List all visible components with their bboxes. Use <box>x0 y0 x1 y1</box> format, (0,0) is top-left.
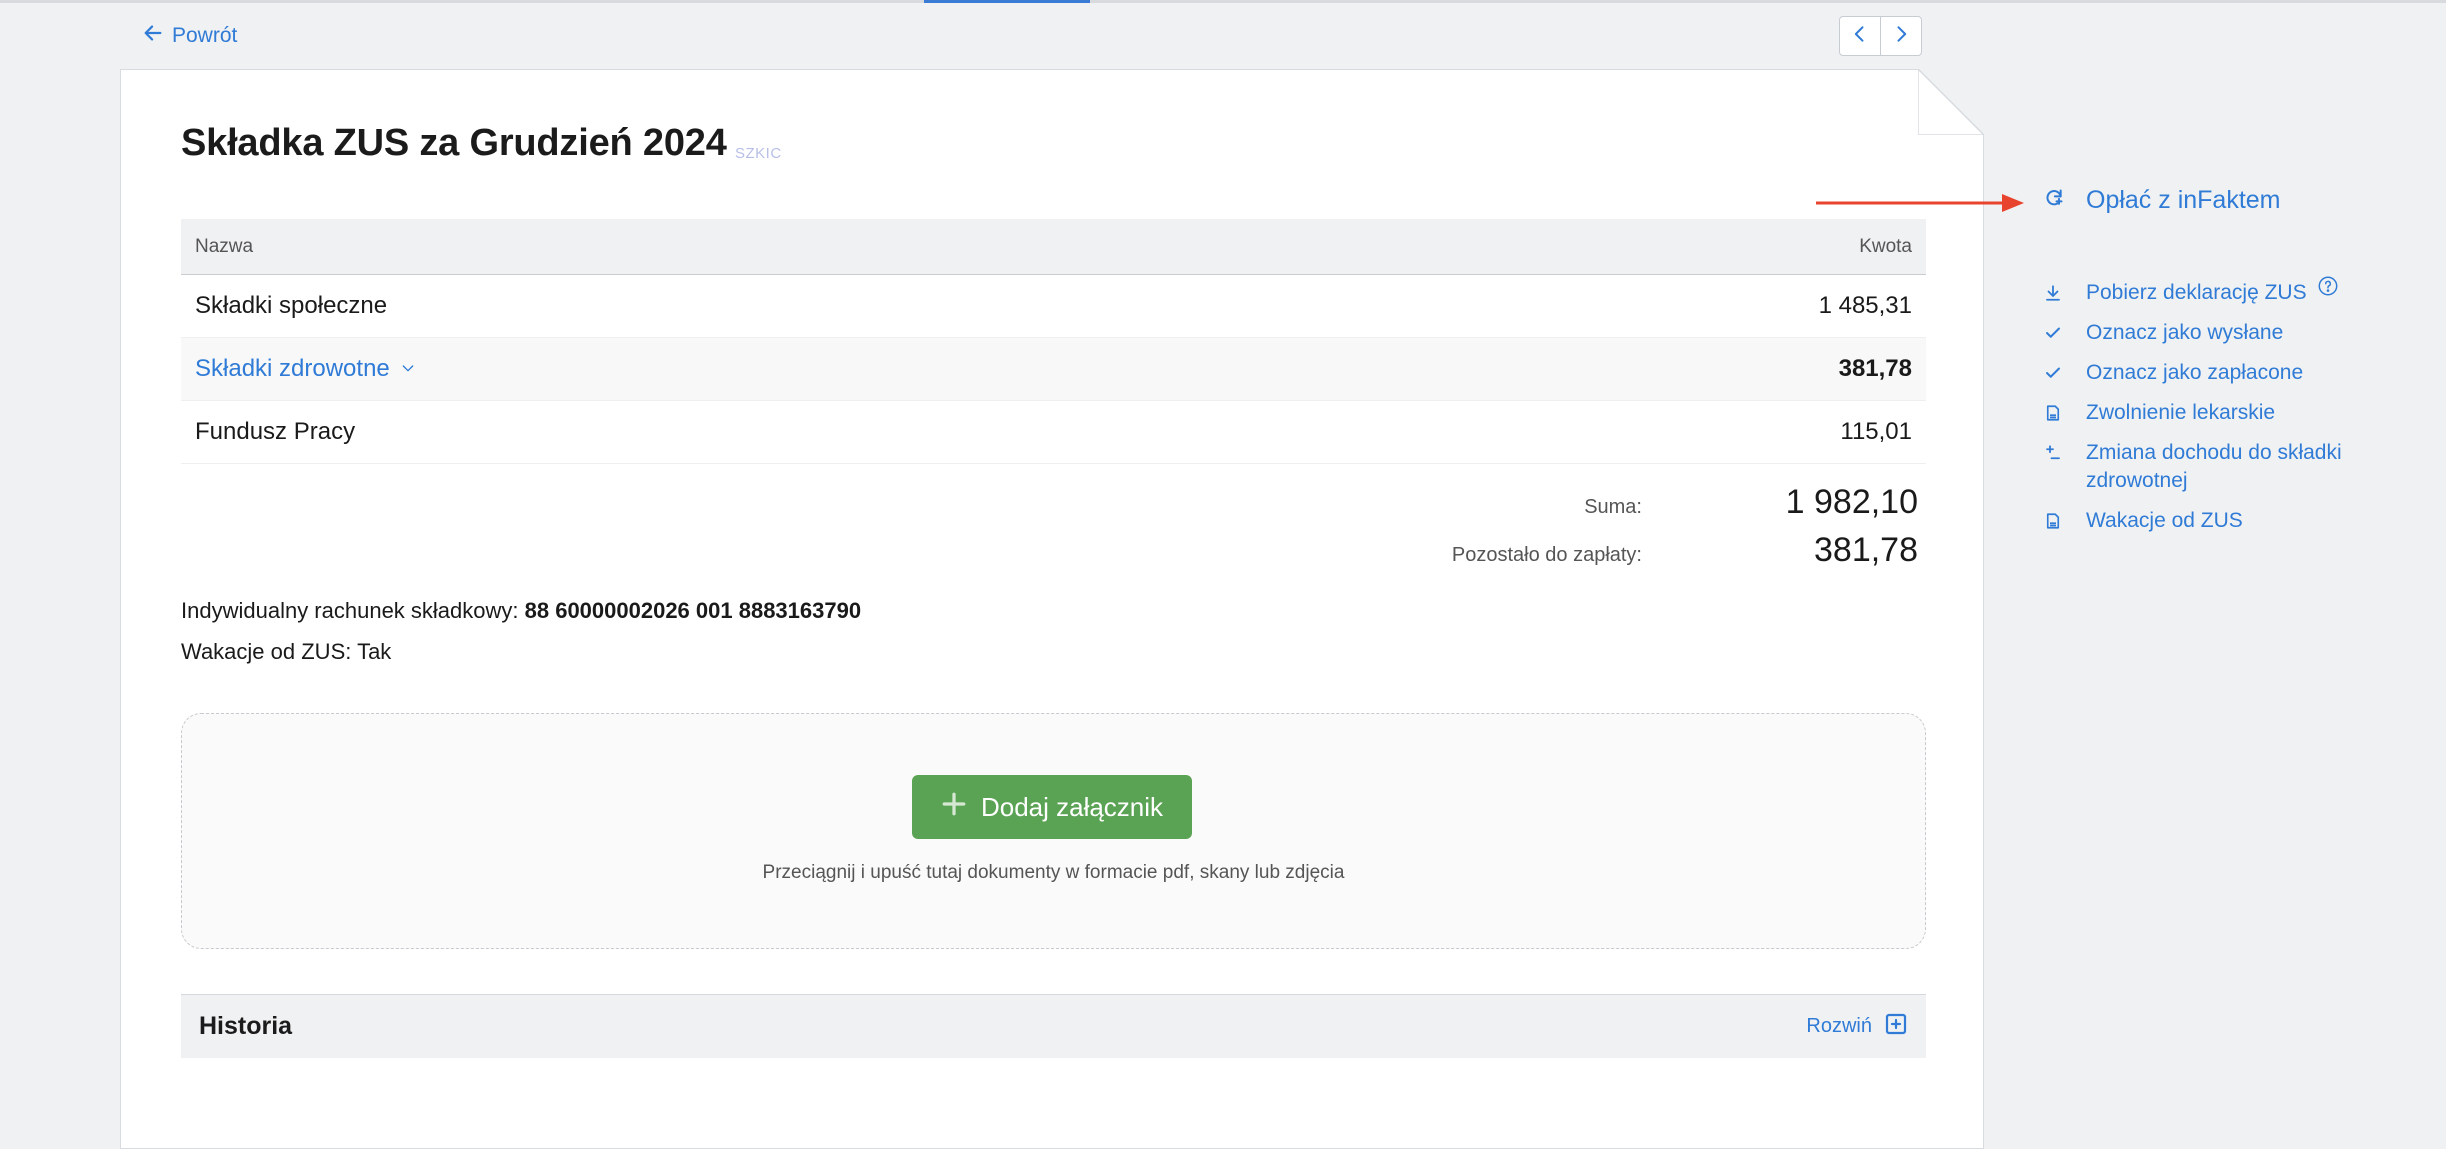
expand-label: Rozwiń <box>1806 1015 1872 1037</box>
back-link[interactable]: Powrót <box>142 22 237 50</box>
action-label: Pobierz deklarację ZUS <box>2086 281 2307 304</box>
row-amount: 115,01 <box>1840 418 1912 445</box>
zus-vacation-action[interactable]: Wakacje od ZUS <box>2044 507 2384 535</box>
arrow-left-icon <box>142 22 164 50</box>
annotation-arrow <box>1816 194 2024 212</box>
history-expand-button[interactable]: Rozwiń <box>1806 1012 1908 1042</box>
page-title: Składka ZUS za Grudzień 2024 <box>181 122 727 164</box>
column-header-amount: Kwota <box>1859 235 1912 257</box>
plus-minus-icon <box>2044 439 2064 467</box>
remaining-label: Pozostało do zapłaty: <box>1451 544 1642 566</box>
attachment-dropzone[interactable]: Dodaj załącznik Przeciągnij i upuść tuta… <box>181 713 1926 949</box>
mark-as-sent-action[interactable]: Oznacz jako wysłane <box>2044 319 2384 347</box>
download-icon <box>2044 279 2064 307</box>
history-section: Historia Rozwiń <box>181 994 1926 1058</box>
document-icon <box>2044 399 2064 427</box>
back-link-label: Powrót <box>172 24 238 47</box>
action-label: Zmiana dochodu do składki zdrowotnej <box>2086 441 2342 492</box>
sum-value: 1 982,10 <box>1785 483 1918 521</box>
previous-document-button[interactable] <box>1840 17 1880 55</box>
row-name: Składki zdrowotne <box>195 355 390 382</box>
health-contributions-toggle[interactable]: Składki zdrowotne <box>195 355 416 383</box>
wakacje-info: Wakacje od ZUS: Tak <box>181 639 392 664</box>
next-document-button[interactable] <box>1880 17 1921 55</box>
sum-label: Suma: <box>1584 496 1642 518</box>
totals: Suma: 1 982,10 Pozostało do zapłaty: 381… <box>181 483 1926 579</box>
download-declaration-action[interactable]: Pobierz deklarację ZUS <box>2044 276 2384 307</box>
mark-as-paid-action[interactable]: Oznacz jako zapłacone <box>2044 359 2384 387</box>
dropzone-hint: Przeciągnij i upuść tutaj dokumenty w fo… <box>762 862 1345 883</box>
action-label: Wakacje od ZUS <box>2086 509 2243 532</box>
action-label: Oznacz jako zapłacone <box>2086 361 2304 384</box>
document-pager <box>1839 16 1922 56</box>
help-icon[interactable] <box>2317 275 2339 297</box>
pay-with-infakt-label: Opłać z inFaktem <box>2086 186 2281 214</box>
remaining-value: 381,78 <box>1814 531 1918 569</box>
page-fold-corner <box>1918 69 1984 135</box>
add-attachment-button[interactable]: Dodaj załącznik <box>912 775 1192 839</box>
refresh-plus-icon <box>2044 186 2064 215</box>
document-paper: Składka ZUS za Grudzień 2024 SZKIC Nazwa… <box>120 69 1984 1149</box>
sidebar-actions: Pobierz deklarację ZUS Oznacz jako wysła… <box>2044 276 2384 547</box>
column-header-name: Nazwa <box>195 235 254 257</box>
contributions-table: Nazwa Kwota Składki społeczne 1 485,31 S… <box>181 219 1926 464</box>
table-row: Składki zdrowotne 381,78 <box>181 338 1926 401</box>
row-name: Składki społeczne <box>195 292 388 319</box>
account-info: Indywidualny rachunek składkowy: 88 6000… <box>181 598 861 624</box>
plus-icon <box>941 791 967 824</box>
chevron-left-icon <box>1850 24 1870 49</box>
table-row: Składki społeczne 1 485,31 <box>181 275 1926 338</box>
account-number: 88 60000002026 001 8883163790 <box>524 598 862 623</box>
add-attachment-label: Dodaj załącznik <box>980 791 1164 822</box>
pay-with-infakt-button[interactable]: Opłać z inFaktem <box>2044 186 2281 215</box>
check-icon <box>2044 359 2064 387</box>
row-name: Fundusz Pracy <box>195 418 356 445</box>
chevron-right-icon <box>1891 24 1911 49</box>
health-income-change-action[interactable]: Zmiana dochodu do składki zdrowotnej <box>2044 439 2384 495</box>
document-icon <box>2044 507 2064 535</box>
table-row: Fundusz Pracy 115,01 <box>181 401 1926 464</box>
action-label: Oznacz jako wysłane <box>2086 321 2284 344</box>
top-tab-strip <box>0 0 2446 3</box>
table-header: Nazwa Kwota <box>181 219 1926 275</box>
active-tab-indicator <box>924 0 1090 3</box>
sum-line: Suma: 1 982,10 <box>181 483 1926 531</box>
account-label: Indywidualny rachunek składkowy: <box>181 598 525 623</box>
row-amount: 381,78 <box>1838 355 1912 382</box>
chevron-down-icon <box>400 355 416 383</box>
status-badge: SZKIC <box>735 145 782 162</box>
sick-leave-action[interactable]: Zwolnienie lekarskie <box>2044 399 2384 427</box>
row-amount: 1 485,31 <box>1818 292 1912 319</box>
plus-square-icon <box>1884 1012 1908 1042</box>
check-icon <box>2044 319 2064 347</box>
action-label: Zwolnienie lekarskie <box>2086 401 2276 424</box>
remaining-line: Pozostało do zapłaty: 381,78 <box>181 531 1926 579</box>
history-title: Historia <box>199 1012 293 1040</box>
